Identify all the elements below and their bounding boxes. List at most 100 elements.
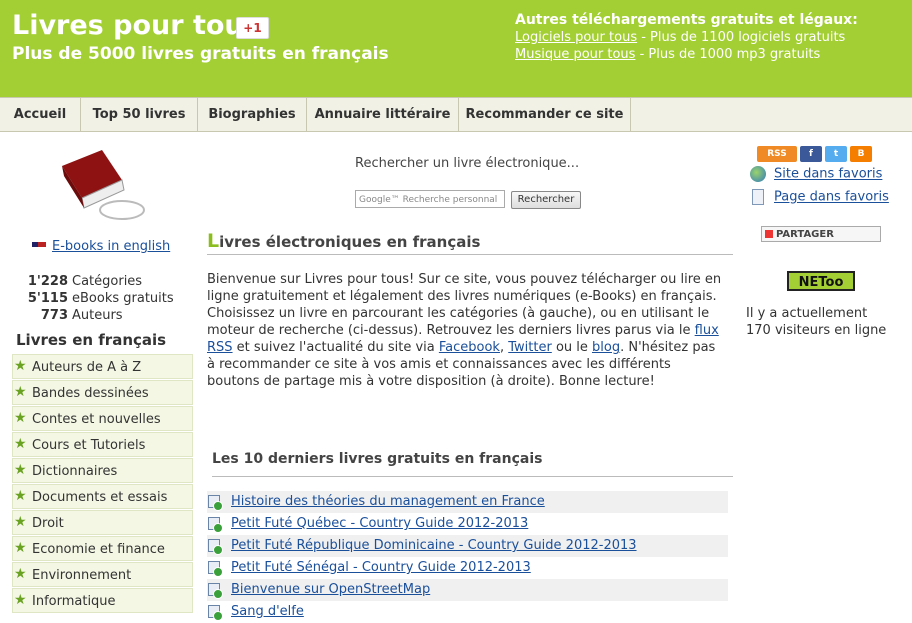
categories-heading: Livres en français — [16, 331, 167, 349]
stat-row: 5'115 eBooks gratuits — [18, 290, 174, 307]
nav-tab-recommander[interactable]: Recommander ce site — [459, 98, 631, 131]
category-item[interactable]: ★ Economie et finance — [12, 536, 193, 561]
stat-ebooks-count: 5'115 — [27, 291, 68, 306]
site-title[interactable]: Livres pour tous — [12, 10, 260, 42]
other-downloads-title: Autres téléchargements gratuits et légau… — [515, 12, 858, 28]
category-item[interactable]: ★ Droit — [12, 510, 193, 535]
social-icons: RSS f t B — [757, 146, 875, 165]
google-plus-one-button[interactable]: +1 — [236, 17, 269, 39]
page-favorites: Page dans favoris — [750, 189, 889, 205]
other-download-row: Musique pour tous - Plus de 1000 mp3 gra… — [515, 46, 858, 63]
nav-tab-biographies[interactable]: Biographies — [198, 98, 307, 131]
music-link[interactable]: Musique pour tous — [515, 47, 635, 62]
star-icon: ★ — [14, 410, 27, 426]
category-item[interactable]: ★ Documents et essais — [12, 484, 193, 509]
stat-categories-count: 1'228 — [27, 274, 68, 289]
search-button[interactable]: Rechercher — [511, 191, 581, 209]
ebooks-english: E-books in english — [32, 239, 170, 254]
nav-tab-accueil[interactable]: Accueil — [0, 98, 81, 131]
site-subtitle: Plus de 5000 livres gratuits en français — [12, 44, 389, 64]
star-icon: ★ — [14, 592, 27, 608]
star-icon: ★ — [14, 436, 27, 452]
star-icon: ★ — [14, 566, 27, 582]
uk-flag-icon — [32, 241, 46, 252]
category-item[interactable]: ★ Auteurs de A à Z — [12, 354, 193, 379]
main-nav: Accueil Top 50 livres Biographies Annuai… — [0, 97, 912, 132]
ebook-download-icon — [208, 583, 223, 599]
category-item[interactable]: ★ Cours et Tutoriels — [12, 432, 193, 457]
star-icon: ★ — [14, 384, 27, 400]
category-item[interactable]: ★ Bandes dessinées — [12, 380, 193, 405]
software-link[interactable]: Logiciels pour tous — [515, 30, 637, 45]
book-link[interactable]: Petit Futé Sénégal - Country Guide 2012-… — [231, 560, 531, 575]
star-icon: ★ — [14, 514, 27, 530]
star-icon: ★ — [14, 462, 27, 478]
nav-tab-annuaire[interactable]: Annuaire littéraire — [307, 98, 459, 131]
heading-rest: ivres électroniques en français — [219, 233, 481, 251]
star-icon: ★ — [14, 540, 27, 556]
site-favorites-link[interactable]: Site dans favoris — [774, 167, 882, 182]
category-label: Cours et Tutoriels — [32, 438, 146, 453]
rss-icon[interactable]: RSS — [757, 146, 797, 162]
list-item: Histoire des théories du management en F… — [207, 491, 728, 513]
share-button[interactable]: PARTAGER — [761, 226, 881, 242]
music-desc: - Plus de 1000 mp3 gratuits — [635, 47, 821, 62]
category-list: ★ Auteurs de A à Z ★ Bandes dessinées ★ Con… — [12, 354, 193, 614]
facebook-link[interactable]: Facebook — [439, 340, 500, 355]
book-link[interactable]: Petit Futé Québec - Country Guide 2012-2… — [231, 516, 528, 531]
book-link[interactable]: Petit Futé République Dominicaine - Coun… — [231, 538, 637, 553]
category-item[interactable]: ★ Contes et nouvelles — [12, 406, 193, 431]
site-header: Livres pour tous +1 Plus de 5000 livres … — [0, 0, 912, 97]
intro-part: Bienvenue sur Livres pour tous! Sur ce s… — [207, 272, 722, 338]
latest-books-list: Histoire des théories du management en F… — [207, 491, 728, 623]
category-item[interactable]: ★ Dictionnaires — [12, 458, 193, 483]
software-desc: - Plus de 1100 logiciels gratuits — [637, 30, 846, 45]
stat-ebooks-label: eBooks gratuits — [72, 291, 174, 306]
search-label: Rechercher un livre électronique... — [355, 156, 580, 171]
page-icon — [752, 189, 764, 205]
other-downloads: Autres téléchargements gratuits et légau… — [515, 12, 858, 63]
netoo-badge[interactable]: NEToo — [787, 271, 855, 291]
other-download-row: Logiciels pour tous - Plus de 1100 logic… — [515, 29, 858, 46]
list-item: Sang d'elfe — [207, 601, 728, 623]
category-label: Auteurs de A à Z — [32, 360, 142, 375]
intro-text: Bienvenue sur Livres pour tous! Sur ce s… — [207, 271, 727, 390]
ebooks-english-link[interactable]: E-books in english — [52, 239, 170, 254]
category-label: Contes et nouvelles — [32, 412, 161, 427]
category-item[interactable]: ★ Environnement — [12, 562, 193, 587]
globe-icon — [750, 166, 766, 182]
page-favorites-link[interactable]: Page dans favoris — [774, 190, 889, 205]
list-item: Bienvenue sur OpenStreetMap — [207, 579, 728, 601]
stat-authors-count: 773 — [40, 308, 68, 323]
heading-initial: L — [207, 230, 220, 252]
stat-row: 1'228 Catégories — [18, 273, 174, 290]
ebook-download-icon — [208, 539, 223, 555]
book-link[interactable]: Bienvenue sur OpenStreetMap — [231, 582, 430, 597]
facebook-icon[interactable]: f — [800, 146, 822, 162]
list-item: Petit Futé Québec - Country Guide 2012-2… — [207, 513, 728, 535]
intro-part: , — [499, 340, 509, 355]
category-label: Economie et finance — [32, 542, 165, 557]
book-link[interactable]: Histoire des théories du management en F… — [231, 494, 545, 509]
nav-tab-top50[interactable]: Top 50 livres — [81, 98, 198, 131]
twitter-link[interactable]: Twitter — [508, 340, 552, 355]
category-label: Documents et essais — [32, 490, 168, 505]
red-book-logo — [62, 150, 145, 220]
category-label: Environnement — [32, 568, 132, 583]
stat-authors-label: Auteurs — [72, 308, 123, 323]
intro-part: ou le — [551, 340, 593, 355]
twitter-icon[interactable]: t — [825, 146, 847, 162]
list-item: Petit Futé République Dominicaine - Coun… — [207, 535, 728, 557]
category-label: Informatique — [32, 594, 116, 609]
intro-part: et suivez l'actualité du site via — [232, 340, 439, 355]
blogger-icon[interactable]: B — [850, 146, 872, 162]
stat-categories-label: Catégories — [72, 274, 143, 289]
latest-books-heading: Les 10 derniers livres gratuits en franç… — [212, 451, 733, 477]
category-item[interactable]: ★ Informatique — [12, 588, 193, 613]
search-input[interactable]: Google™ Recherche personnal — [355, 190, 505, 208]
stat-row: 773 Auteurs — [18, 307, 174, 324]
blog-link[interactable]: blog — [592, 340, 620, 355]
category-label: Dictionnaires — [32, 464, 118, 479]
main-heading: Livres électroniques en français — [207, 230, 733, 255]
visitors-online: Il y a actuellement 170 visiteurs en lig… — [746, 306, 887, 338]
